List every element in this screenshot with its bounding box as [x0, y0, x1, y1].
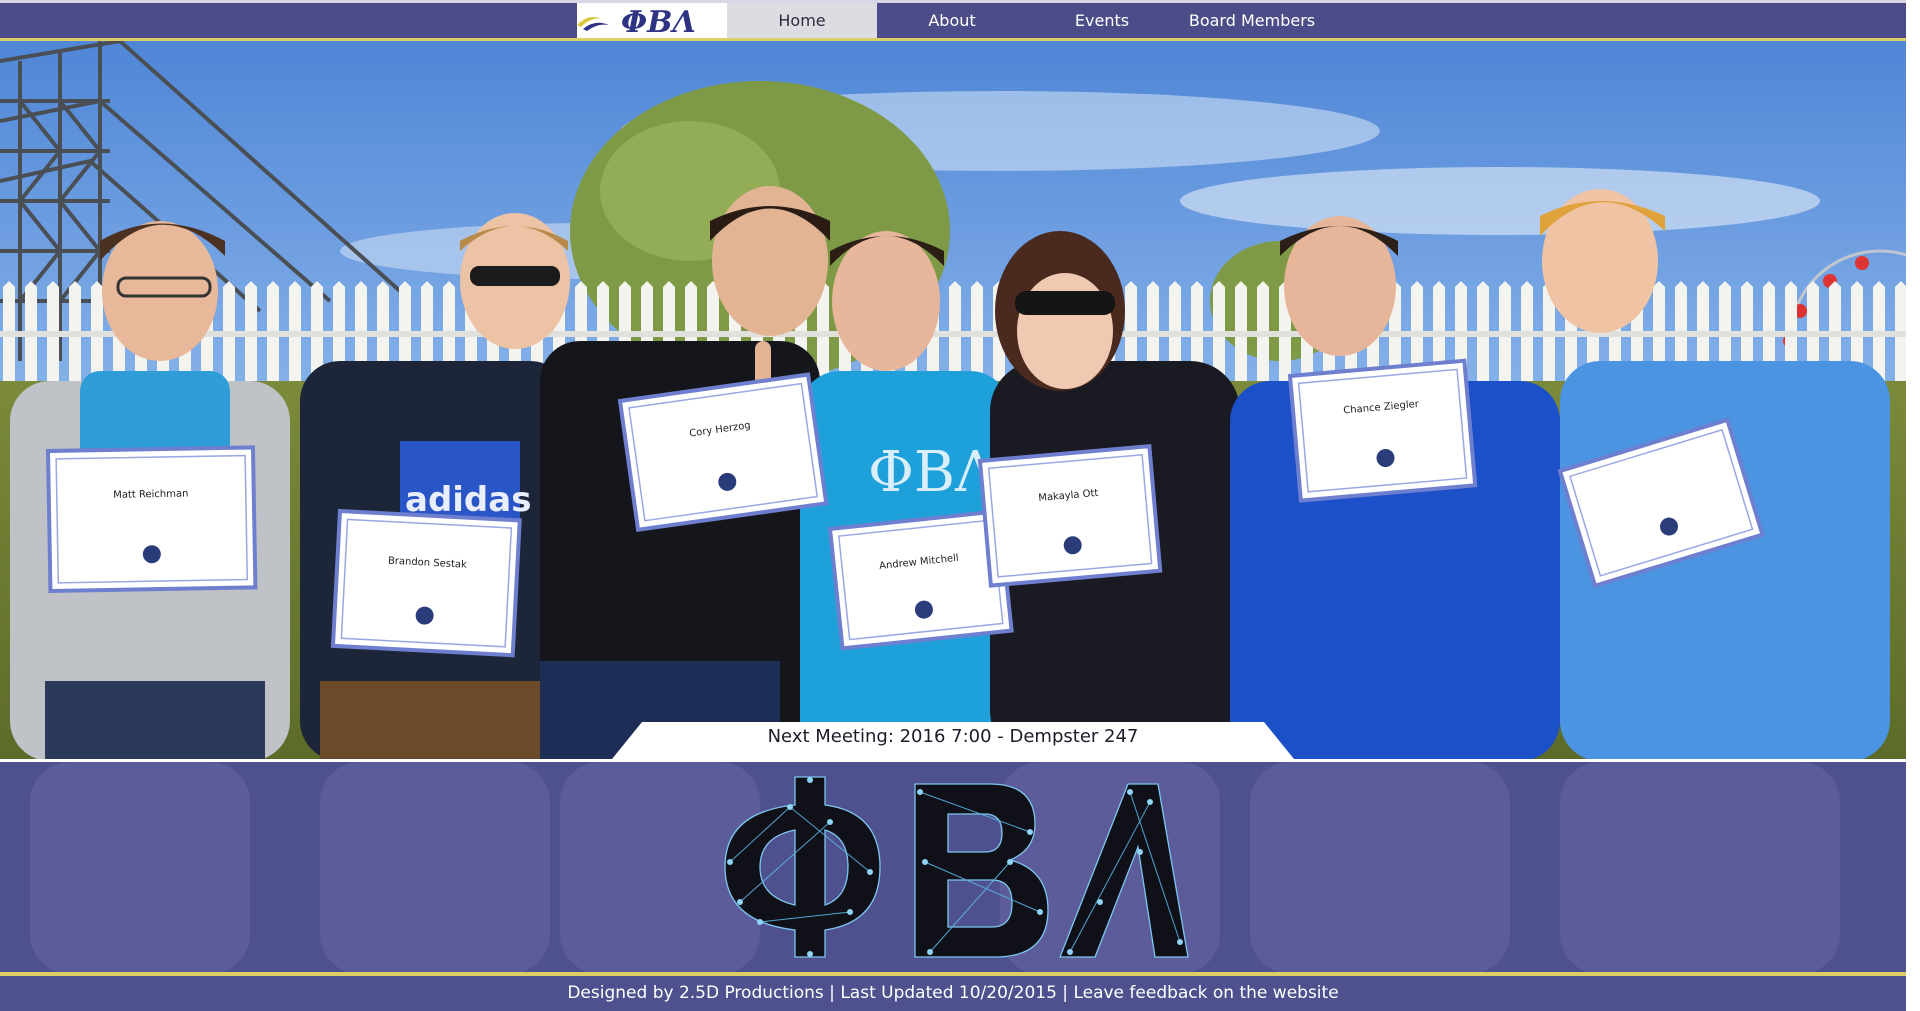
nav-home[interactable]: Home	[727, 3, 877, 38]
certificate-6: Chance Ziegler	[1287, 358, 1478, 503]
footer-last-updated: Last Updated 10/20/2015	[840, 983, 1057, 1003]
main-nav: Home About Events Board Members	[727, 3, 1327, 38]
certificate-5: Makayla Ott	[977, 444, 1163, 588]
top-navigation-bar: ΦΒΛ Home About Events Board Members	[0, 0, 1906, 41]
logo-band	[0, 759, 1906, 974]
nav-events[interactable]: Events	[1027, 3, 1177, 38]
certificate-1: Matt Reichman	[45, 445, 258, 594]
footer: Designed by 2.5D Productions | Last Upda…	[0, 976, 1906, 1011]
footer-separator: |	[823, 983, 841, 1003]
footer-feedback-link[interactable]: Leave feedback on the website	[1073, 983, 1338, 1003]
hero-group-photo: adidas ΦΒΛ Matt Reichman Brandon Sestak …	[0, 41, 1906, 759]
next-meeting-text: Next Meeting: 2016 7:00 - Dempster 247	[767, 726, 1139, 747]
brand-logo-text: ΦΒΛ	[621, 5, 696, 38]
nav-about[interactable]: About	[877, 3, 1027, 38]
page: ΦΒΛ Home About Events Board Members adid…	[0, 0, 1920, 1011]
footer-designed-by: Designed by 2.5D Productions	[567, 983, 824, 1003]
certificate-name: Matt Reichman	[113, 489, 188, 501]
certificate-3: Cory Herzog	[617, 372, 829, 532]
next-meeting-banner: Next Meeting: 2016 7:00 - Dempster 247	[612, 722, 1294, 759]
hero-photo-illustration: adidas ΦΒΛ Matt Reichman Brandon Sestak …	[0, 41, 1906, 759]
greek-letters-logo-icon: ΦΒΛ	[577, 5, 696, 38]
footer-separator: |	[1056, 983, 1074, 1003]
certificate-2: Brandon Sestak	[330, 508, 522, 658]
constellation-logo-icon	[30, 762, 1840, 974]
shirt-greek-letters: ΦΒΛ	[868, 440, 996, 505]
nav-board-members[interactable]: Board Members	[1177, 3, 1327, 38]
page-right-margin	[1906, 0, 1920, 1011]
beta-letter-mark	[914, 783, 1049, 958]
brand-logo[interactable]: ΦΒΛ	[577, 3, 727, 38]
